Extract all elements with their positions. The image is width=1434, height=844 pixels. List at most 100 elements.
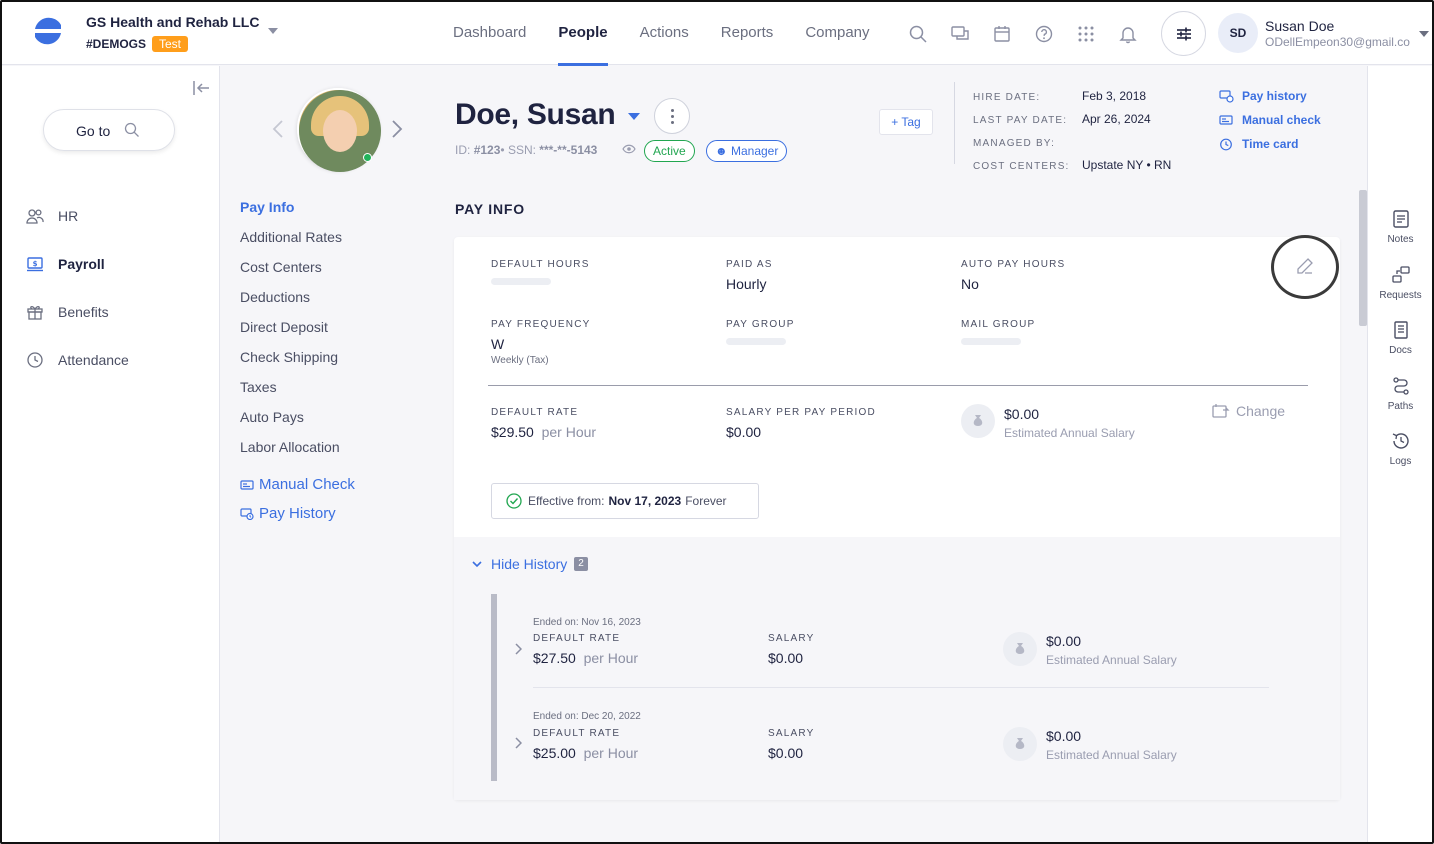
subnav-pay-info[interactable]: Pay Info xyxy=(240,199,294,215)
history-rate-amount: $25.00 xyxy=(533,745,576,761)
company-code: #DEMOGS xyxy=(86,37,147,51)
right-rail: Notes Requests Docs Paths Logs xyxy=(1367,66,1432,842)
app-window: GS Health and Rehab LLC #DEMOGS Test Das… xyxy=(0,0,1434,844)
change-label: Change xyxy=(1236,403,1286,419)
chevron-right-icon[interactable] xyxy=(514,737,522,749)
subnav-deductions[interactable]: Deductions xyxy=(240,289,310,305)
more-options-button[interactable] xyxy=(654,98,690,134)
user-avatar[interactable]: SD xyxy=(1218,13,1258,53)
effective-label: Effective from: xyxy=(528,494,605,508)
rail-requests[interactable]: Requests xyxy=(1368,265,1432,301)
rail-paths[interactable]: Paths xyxy=(1368,376,1432,412)
history-annual-label: Estimated Annual Salary xyxy=(1046,748,1177,762)
change-icon xyxy=(1212,404,1230,418)
manual-check-link[interactable]: Manual Check xyxy=(240,476,355,493)
history-icon xyxy=(1392,433,1409,449)
quick-link-manual-check[interactable]: Manual check xyxy=(1219,113,1321,127)
nav-reports[interactable]: Reports xyxy=(705,2,790,65)
subnav-direct-deposit[interactable]: Direct Deposit xyxy=(240,319,328,335)
rail-notes[interactable]: Notes xyxy=(1368,209,1432,245)
subnav-additional-rates[interactable]: Additional Rates xyxy=(240,229,342,245)
people-icon xyxy=(26,209,44,224)
quick-settings-button[interactable] xyxy=(1161,11,1206,56)
chevron-right-icon[interactable] xyxy=(514,643,522,655)
employee-ssn: ***-**-5143 xyxy=(539,143,598,157)
left-sidebar: Go to HR $ Payroll Benefits Attendance xyxy=(2,66,220,842)
default-hours-empty xyxy=(491,278,551,285)
company-logo[interactable] xyxy=(32,15,64,49)
managed-by-label: MANAGED BY: xyxy=(973,138,1056,149)
nav-company[interactable]: Company xyxy=(789,2,885,65)
employee-ids: ID: #123• SSN: ***-**-5143 xyxy=(455,143,598,157)
add-tag-button[interactable]: + Tag xyxy=(879,109,933,135)
subnav-cost-centers[interactable]: Cost Centers xyxy=(240,259,322,275)
chat-icon[interactable] xyxy=(950,24,970,44)
rail-docs[interactable]: Docs xyxy=(1368,320,1432,356)
search-icon[interactable] xyxy=(908,24,928,44)
company-switch-caret-icon[interactable] xyxy=(268,28,278,34)
sidebar-item-benefits[interactable]: Benefits xyxy=(26,301,109,323)
subnav-taxes[interactable]: Taxes xyxy=(240,379,277,395)
last-pay-date-label: LAST PAY DATE: xyxy=(973,115,1068,126)
pay-history-icon xyxy=(240,507,254,520)
quick-link-time-card[interactable]: Time card xyxy=(1219,137,1298,151)
eye-icon[interactable] xyxy=(622,143,636,155)
pay-history-icon xyxy=(1219,89,1234,103)
page-scrollbar[interactable] xyxy=(1359,190,1367,326)
previous-employee-icon[interactable] xyxy=(271,119,285,139)
sidebar-item-attendance[interactable]: Attendance xyxy=(26,349,129,371)
sidebar-item-hr[interactable]: HR xyxy=(26,205,78,227)
help-icon[interactable] xyxy=(1034,24,1054,44)
rail-label: Notes xyxy=(1387,234,1414,245)
edit-pay-info-button[interactable] xyxy=(1271,235,1339,299)
nav-dashboard[interactable]: Dashboard xyxy=(453,2,542,65)
rail-logs[interactable]: Logs xyxy=(1368,431,1432,467)
goto-button[interactable]: Go to xyxy=(43,109,175,151)
search-icon xyxy=(124,122,139,137)
role-badge: ☻ Manager xyxy=(706,140,788,162)
nav-actions[interactable]: Actions xyxy=(624,2,705,65)
estimated-annual-label: Estimated Annual Salary xyxy=(1004,426,1135,440)
effective-suffix: Forever xyxy=(685,494,727,508)
calendar-icon[interactable] xyxy=(992,24,1012,44)
change-button[interactable]: Change xyxy=(1212,403,1285,419)
subnav-labor-allocation[interactable]: Labor Allocation xyxy=(240,439,340,455)
auto-pay-hours-value: No xyxy=(961,276,979,292)
subnav-check-shipping[interactable]: Check Shipping xyxy=(240,349,338,365)
notes-icon xyxy=(1392,210,1409,228)
default-hours-label: DEFAULT HOURS xyxy=(491,259,590,270)
sidebar-item-payroll[interactable]: $ Payroll xyxy=(26,253,105,275)
subnav-auto-pays[interactable]: Auto Pays xyxy=(240,409,304,425)
history-count-badge: 2 xyxy=(574,557,588,571)
pay-frequency-sub: Weekly (Tax) xyxy=(491,355,549,366)
hide-history-toggle[interactable]: Hide History 2 xyxy=(472,556,588,572)
bell-icon[interactable] xyxy=(1118,24,1138,44)
pencil-icon xyxy=(1297,258,1313,274)
salary-per-period-label: SALARY PER PAY PERIOD xyxy=(726,407,876,418)
rail-label: Requests xyxy=(1379,290,1422,301)
clock-icon xyxy=(27,352,43,368)
employee-menu-caret-icon[interactable] xyxy=(628,113,640,120)
history-salary-label: SALARY xyxy=(768,728,815,739)
user-menu-caret-icon[interactable] xyxy=(1419,31,1429,37)
company-name[interactable]: GS Health and Rehab LLC xyxy=(86,14,259,30)
next-employee-icon[interactable] xyxy=(390,119,404,139)
check-icon xyxy=(1219,114,1233,125)
payroll-subnav: Pay Info Additional Rates Cost Centers D… xyxy=(220,66,442,842)
collapse-sidebar-icon[interactable] xyxy=(191,79,211,97)
quick-link-label: Pay history xyxy=(1242,89,1307,103)
history-rate-amount: $27.50 xyxy=(533,650,576,666)
main-nav: Dashboard People Actions Reports Company xyxy=(453,2,886,66)
history-rate-label: DEFAULT RATE xyxy=(533,728,621,739)
history-rate-unit: per Hour xyxy=(583,745,639,761)
header-divider xyxy=(954,82,955,164)
user-name[interactable]: Susan Doe xyxy=(1265,18,1334,34)
hire-date-value: Feb 3, 2018 xyxy=(1082,89,1147,103)
apps-grid-icon[interactable] xyxy=(1076,24,1096,44)
pay-history-link[interactable]: Pay History xyxy=(240,505,336,522)
employee-name: Doe, Susan xyxy=(455,98,616,131)
nav-people[interactable]: People xyxy=(542,2,623,66)
cost-centers-value: Upstate NY • RN xyxy=(1082,158,1172,172)
quick-link-pay-history[interactable]: Pay history xyxy=(1219,89,1307,103)
section-title: PAY INFO xyxy=(455,201,525,217)
